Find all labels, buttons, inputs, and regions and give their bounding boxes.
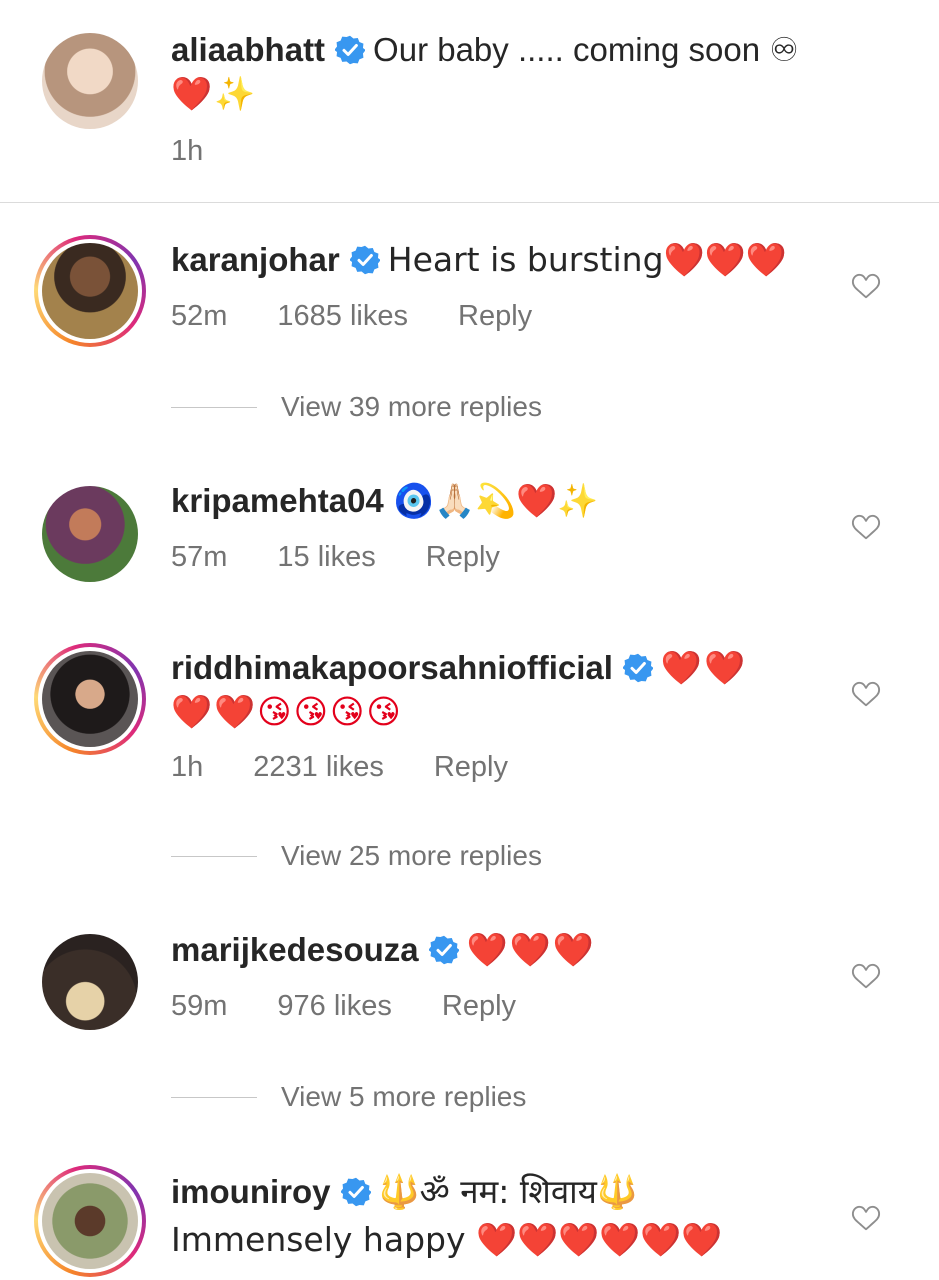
story-ring[interactable] xyxy=(34,643,146,755)
avatar xyxy=(42,243,138,339)
avatar[interactable] xyxy=(42,934,138,1030)
comment-line: kripamehta04 🧿🙏🏻💫❤️✨ xyxy=(171,479,598,523)
comment-line: riddhimakapoorsahniofficial ❤️❤️ xyxy=(171,646,747,690)
caption-meta: 1h xyxy=(171,135,253,168)
view-replies-button[interactable]: View 5 more replies xyxy=(171,1081,526,1113)
caption-username[interactable]: aliaabhatt xyxy=(171,31,325,68)
comment-username[interactable]: imouniroy xyxy=(171,1173,331,1210)
view-replies-button[interactable]: View 39 more replies xyxy=(171,391,542,423)
comment-line: marijkedesouza ❤️❤️❤️ xyxy=(171,928,596,972)
comment-text-line-2: Immensely happy ❤️❤️❤️❤️❤️❤️ xyxy=(171,1220,723,1259)
comment-likes[interactable]: 15 likes xyxy=(277,541,375,573)
comment-time: 1h xyxy=(171,751,204,783)
comment-meta: 59m 976 likes Reply xyxy=(171,990,566,1023)
heart-outline-icon[interactable] xyxy=(850,1203,882,1233)
divider xyxy=(171,855,257,857)
post-caption: aliaabhatt Our baby ..... coming soon ♾ ❤… xyxy=(0,0,939,203)
comment-likes[interactable]: 1685 likes xyxy=(277,300,408,332)
avatar[interactable] xyxy=(42,486,138,582)
verified-badge-icon xyxy=(350,245,380,275)
divider xyxy=(171,406,257,408)
verified-badge-icon xyxy=(429,935,459,965)
verified-badge-icon xyxy=(341,1177,371,1207)
heart-outline-icon[interactable] xyxy=(850,271,882,301)
comment-time: 52m xyxy=(171,300,228,332)
caption-line-1: aliaabhatt Our baby ..... coming soon ♾ xyxy=(171,28,799,72)
view-replies-button[interactable]: View 25 more replies xyxy=(171,840,542,872)
comment-text-line-2: ❤️❤️😘😘😘😘 xyxy=(171,692,403,731)
avatar xyxy=(42,651,138,747)
heart-outline-icon[interactable] xyxy=(850,961,882,991)
caption-text: Our baby ..... coming soon ♾ xyxy=(373,31,799,68)
verified-badge-icon xyxy=(335,35,365,65)
avatar xyxy=(42,1173,138,1269)
comment-meta: 1h 2231 likes Reply xyxy=(171,751,558,784)
comment-likes[interactable]: 2231 likes xyxy=(253,751,384,783)
view-replies-label: View 39 more replies xyxy=(281,391,542,422)
avatar[interactable] xyxy=(42,33,138,129)
comment-text: ❤️❤️ xyxy=(660,648,748,687)
caption-time: 1h xyxy=(171,135,204,167)
comment-username[interactable]: karanjohar xyxy=(171,241,340,278)
view-replies-label: View 5 more replies xyxy=(281,1081,527,1112)
heart-outline-icon[interactable] xyxy=(850,679,882,709)
comment-text: Heart is bursting❤️❤️❤️ xyxy=(387,240,787,279)
comment-text: 🔱ॐ नम: शिवाय🔱 xyxy=(378,1172,638,1211)
comment-likes[interactable]: 976 likes xyxy=(277,990,391,1022)
view-replies-label: View 25 more replies xyxy=(281,840,542,871)
story-ring[interactable] xyxy=(34,235,146,347)
reply-button[interactable]: Reply xyxy=(434,751,508,783)
comment-username[interactable]: kripamehta04 xyxy=(171,482,384,519)
reply-button[interactable]: Reply xyxy=(426,541,500,573)
reply-button[interactable]: Reply xyxy=(442,990,516,1022)
comment-username[interactable]: riddhimakapoorsahniofficial xyxy=(171,649,613,686)
verified-badge-icon xyxy=(623,653,653,683)
comment-meta: 57m 15 likes Reply xyxy=(171,541,550,574)
comment-line: karanjohar Heart is bursting❤️❤️❤️ xyxy=(171,238,787,282)
comment-time: 57m xyxy=(171,541,228,573)
divider xyxy=(171,1096,257,1098)
heart-outline-icon[interactable] xyxy=(850,512,882,542)
comment-username[interactable]: marijkedesouza xyxy=(171,931,419,968)
comment-line: imouniroy 🔱ॐ नम: शिवाय🔱 xyxy=(171,1170,638,1214)
comment-text: ❤️❤️❤️ xyxy=(466,930,596,969)
reply-button[interactable]: Reply xyxy=(458,300,532,332)
story-ring[interactable] xyxy=(34,1165,146,1277)
comment-text: 🧿🙏🏻💫❤️✨ xyxy=(392,481,599,520)
comment-meta: 52m 1685 likes Reply xyxy=(171,300,582,333)
caption-emoji: ❤️✨ xyxy=(171,74,258,113)
comment-time: 59m xyxy=(171,990,228,1022)
